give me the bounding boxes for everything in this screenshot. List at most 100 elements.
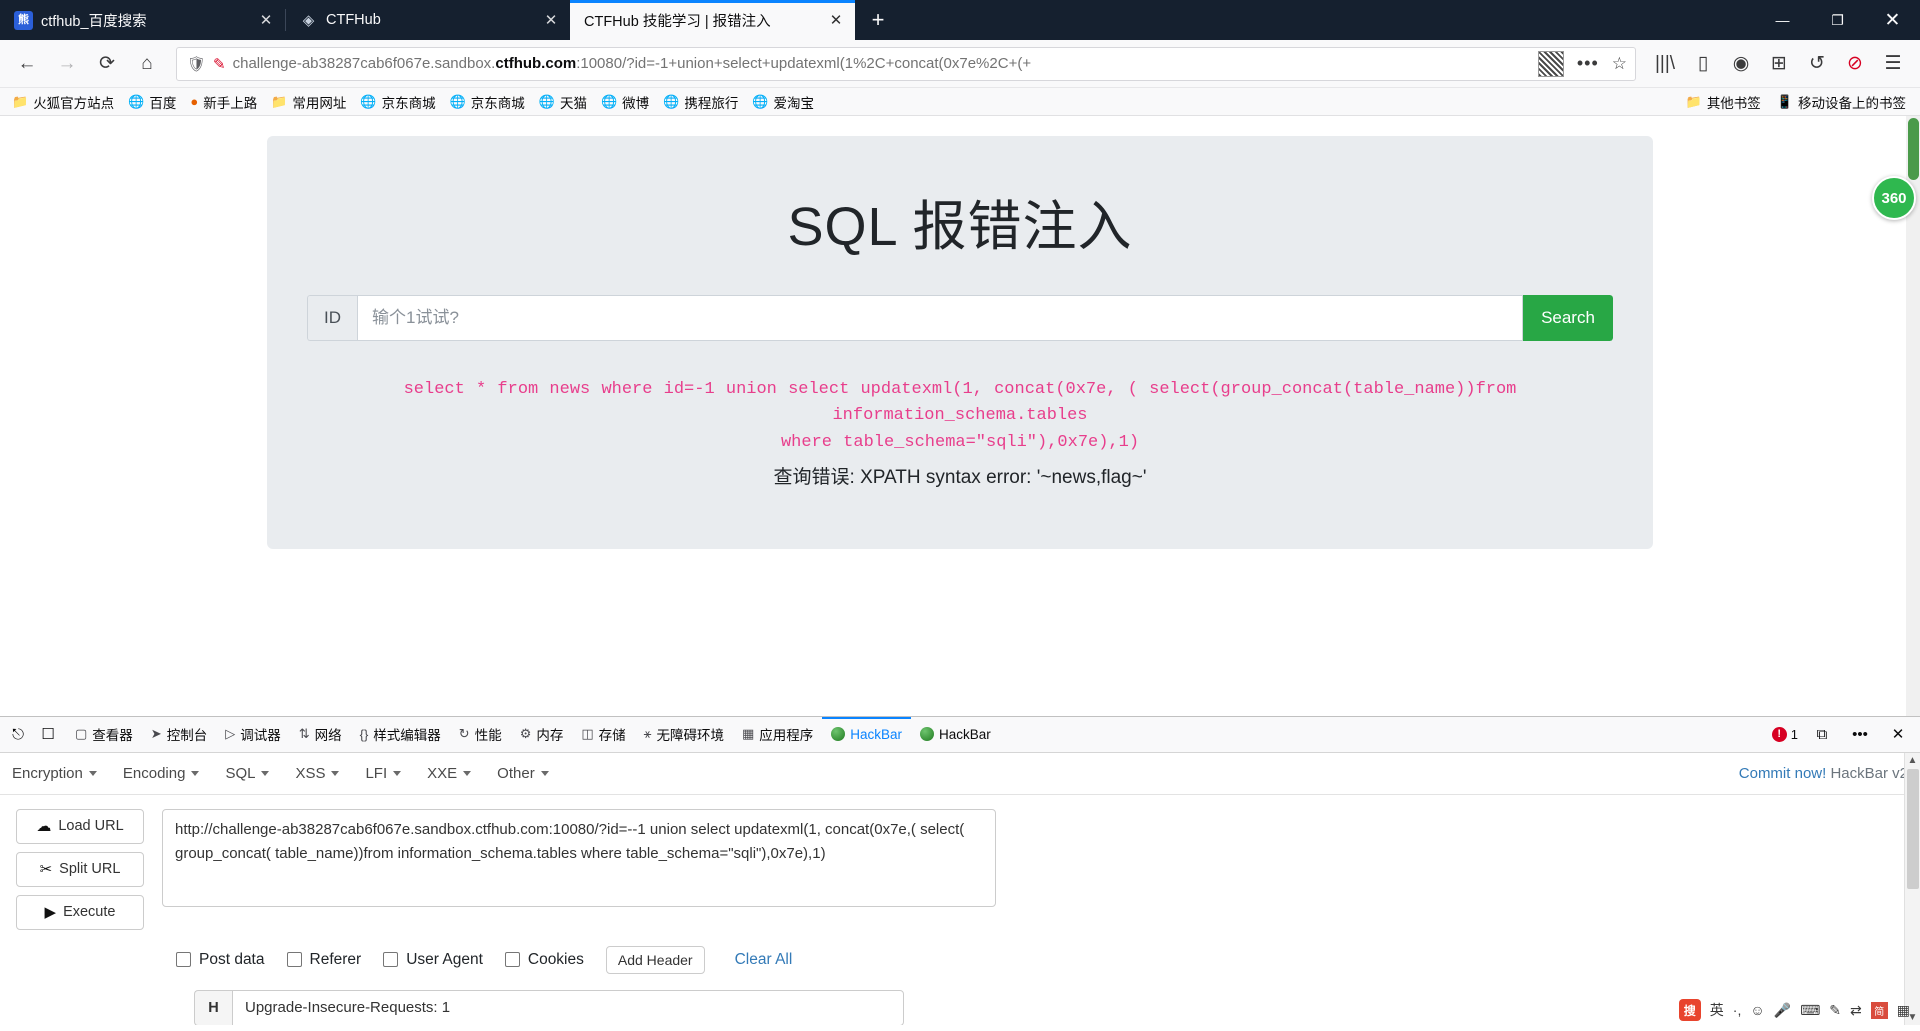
bookmark-star-icon[interactable]: ☆ bbox=[1612, 54, 1631, 74]
menu-xxe[interactable]: XXE bbox=[427, 765, 472, 782]
window-close-button[interactable]: ✕ bbox=[1865, 0, 1920, 40]
checkbox-icon[interactable] bbox=[176, 952, 191, 968]
menu-icon[interactable]: ☰ bbox=[1874, 45, 1912, 83]
tab-label: 网络 bbox=[314, 728, 342, 744]
ime-lang-icon[interactable]: 英 bbox=[1710, 1000, 1724, 1020]
tab-memory[interactable]: ⚙ 内存 bbox=[511, 717, 573, 752]
ime-logo-icon[interactable]: 搜 bbox=[1678, 999, 1701, 1021]
tab-style-editor[interactable]: {} 样式编辑器 bbox=[351, 717, 450, 752]
tab-close-icon[interactable]: ✕ bbox=[255, 9, 277, 31]
header-value-input[interactable]: Upgrade-Insecure-Requests: 1 bbox=[232, 989, 904, 1025]
sql-line-2: where table_schema="sqli"),0x7e),1) bbox=[780, 432, 1140, 452]
split-url-button[interactable]: ✂ Split URL bbox=[16, 851, 144, 887]
id-input[interactable] bbox=[357, 295, 1523, 341]
reload-button[interactable]: ⟳ bbox=[88, 45, 126, 83]
bookmark-item[interactable]: 🌐 天猫 bbox=[533, 89, 593, 115]
ime-punctuation-icon[interactable]: ·, bbox=[1733, 1002, 1742, 1018]
menu-encryption[interactable]: Encryption bbox=[12, 765, 97, 782]
tab-debugger[interactable]: ▷ 调试器 bbox=[216, 717, 290, 752]
tab-hackbar-2[interactable]: HackBar bbox=[911, 717, 1000, 752]
add-header-button[interactable]: Add Header bbox=[605, 945, 705, 974]
blocked-icon[interactable]: ⊘ bbox=[1836, 45, 1874, 83]
execute-button[interactable]: ▶ Execute bbox=[16, 894, 144, 930]
tab-performance[interactable]: ↻ 性能 bbox=[450, 717, 511, 752]
scroll-up-icon[interactable]: ▲ bbox=[1905, 753, 1920, 769]
menu-sql[interactable]: SQL bbox=[225, 765, 270, 782]
menu-encoding[interactable]: Encoding bbox=[123, 765, 200, 782]
tab-application[interactable]: ▦ 应用程序 bbox=[733, 717, 822, 752]
ime-menu-icon[interactable]: ▦ bbox=[1897, 1002, 1910, 1019]
error-count-badge[interactable]: ! 1 bbox=[1771, 726, 1798, 742]
commit-now-link[interactable]: Commit now! bbox=[1739, 765, 1827, 782]
shield-icon[interactable]: 🛡 bbox=[187, 55, 206, 73]
maximize-button[interactable]: ❐ bbox=[1810, 0, 1865, 40]
sync-icon[interactable]: ↺ bbox=[1798, 45, 1836, 83]
bookmark-item[interactable]: ● 新手上路 bbox=[184, 89, 263, 115]
browser-tab-2[interactable]: CTFHub 技能学习 | 报错注入 ✕ bbox=[570, 0, 855, 40]
tab-close-icon[interactable]: ✕ bbox=[825, 9, 847, 31]
library-icon[interactable]: |||\ bbox=[1646, 45, 1684, 83]
security-badge[interactable]: 360 bbox=[1872, 176, 1916, 220]
bookmark-item[interactable]: 📁 常用网址 bbox=[265, 89, 352, 115]
browser-tab-1[interactable]: ◈ CTFHub ✕ bbox=[285, 0, 570, 40]
devtools-menu-icon[interactable]: ••• bbox=[1846, 719, 1874, 749]
new-tab-button[interactable]: + bbox=[861, 3, 895, 37]
bookmark-item[interactable]: 🌐 微博 bbox=[595, 89, 655, 115]
page-scrollbar-thumb[interactable] bbox=[1908, 118, 1919, 180]
ime-handwriting-icon[interactable]: ✎ bbox=[1829, 1002, 1841, 1019]
responsive-design-icon[interactable]: ☐ bbox=[34, 719, 62, 749]
ime-emoji-icon[interactable]: ☺ bbox=[1750, 1002, 1764, 1018]
hackbar-scrollbar-thumb[interactable] bbox=[1907, 768, 1919, 889]
load-url-button[interactable]: ☁ Load URL bbox=[16, 808, 144, 844]
menu-xss[interactable]: XSS bbox=[295, 765, 340, 782]
checkbox-cookies[interactable]: Cookies bbox=[504, 951, 584, 969]
checkbox-icon[interactable] bbox=[504, 952, 520, 968]
ime-simplified-icon[interactable]: 简 bbox=[1870, 1001, 1888, 1019]
element-picker-icon[interactable]: ⎋ bbox=[4, 719, 32, 749]
ime-toolbox-icon[interactable]: ⇄ bbox=[1850, 1002, 1862, 1019]
ime-keyboard-icon[interactable]: ⌨ bbox=[1800, 1002, 1820, 1019]
page-actions-icon[interactable]: ••• bbox=[1571, 53, 1605, 74]
address-bar[interactable]: 🛡 ✎ challenge-ab38287cab6f067e.sandbox.c… bbox=[176, 46, 1636, 81]
checkbox-post-data[interactable]: Post data bbox=[176, 951, 265, 969]
browser-tab-0[interactable]: 熊 ctfhub_百度搜索 ✕ bbox=[0, 0, 285, 40]
dock-icon[interactable]: ⧉ bbox=[1808, 719, 1836, 749]
container-tabs-icon[interactable]: ⊞ bbox=[1760, 45, 1798, 83]
mobile-bookmarks-folder[interactable]: 📱 移动设备上的书签 bbox=[1771, 89, 1912, 115]
tab-storage[interactable]: ◫ 存储 bbox=[572, 717, 634, 752]
account-icon[interactable]: ◉ bbox=[1722, 45, 1760, 83]
hackbar-url-textarea[interactable] bbox=[162, 808, 996, 907]
tab-console[interactable]: ➤ 控制台 bbox=[142, 717, 216, 752]
bookmark-item[interactable]: 🌐 携程旅行 bbox=[657, 89, 744, 115]
bookmark-item[interactable]: 🌐 京东商城 bbox=[354, 89, 441, 115]
bookmark-item[interactable]: 🌐 百度 bbox=[122, 89, 182, 115]
back-button[interactable]: ← bbox=[8, 45, 46, 83]
other-bookmarks-folder[interactable]: 📁 其他书签 bbox=[1680, 89, 1767, 115]
devtools-close-icon[interactable]: ✕ bbox=[1884, 719, 1912, 749]
hackbar-scrollbar[interactable]: ▲ ▼ bbox=[1904, 752, 1920, 1025]
qr-icon[interactable] bbox=[1537, 50, 1564, 77]
menu-lfi[interactable]: LFI bbox=[365, 765, 402, 782]
checkbox-icon[interactable] bbox=[286, 952, 302, 968]
sidebar-icon[interactable]: ▯ bbox=[1684, 45, 1722, 83]
ime-voice-icon[interactable]: 🎤 bbox=[1774, 1002, 1791, 1019]
menu-other[interactable]: Other bbox=[497, 765, 549, 782]
home-button[interactable]: ⌂ bbox=[128, 45, 166, 83]
tab-network[interactable]: ⇅ 网络 bbox=[290, 717, 351, 752]
search-button[interactable]: Search bbox=[1523, 295, 1613, 341]
clear-all-link[interactable]: Clear All bbox=[735, 951, 793, 969]
accessibility-icon: ⚹ bbox=[643, 726, 652, 742]
tab-close-icon[interactable]: ✕ bbox=[540, 9, 562, 31]
checkbox-referer[interactable]: Referer bbox=[286, 951, 361, 969]
tab-inspector[interactable]: ▢ 查看器 bbox=[66, 717, 142, 752]
forward-button[interactable]: → bbox=[48, 45, 86, 83]
checkbox-icon[interactable] bbox=[383, 952, 399, 968]
tab-accessibility[interactable]: ⚹ 无障碍环境 bbox=[635, 717, 733, 752]
bookmark-item[interactable]: 📁 火狐官方站点 bbox=[6, 89, 120, 115]
tab-hackbar-1[interactable]: HackBar bbox=[822, 717, 911, 752]
checkbox-user-agent[interactable]: User Agent bbox=[383, 951, 483, 969]
lock-broken-icon[interactable]: ✎ bbox=[213, 55, 226, 73]
bookmark-item[interactable]: 🌐 爱淘宝 bbox=[746, 89, 820, 115]
minimize-button[interactable]: — bbox=[1755, 0, 1810, 40]
bookmark-item[interactable]: 🌐 京东商城 bbox=[444, 89, 531, 115]
